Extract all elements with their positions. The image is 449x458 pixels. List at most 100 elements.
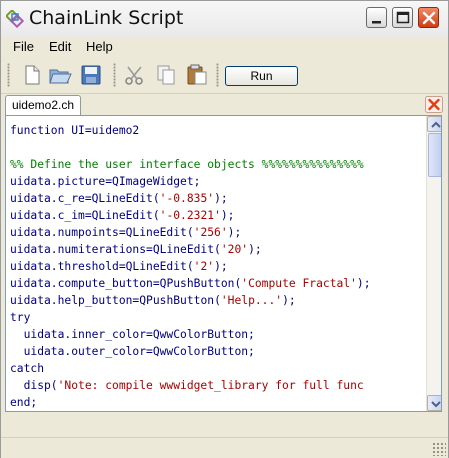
code-line[interactable]: uidata.numpoints=QLineEdit('256'); (10, 224, 424, 241)
maximize-button[interactable] (392, 7, 413, 28)
code-line[interactable]: disp('Note: compile wwwidget_library for… (10, 377, 424, 394)
toolbar-grip[interactable] (7, 63, 10, 87)
code-line[interactable]: end; (10, 394, 424, 410)
tab-strip: uidemo2.ch (1, 93, 448, 116)
code-token: uidata.picture= (10, 175, 113, 188)
save-button[interactable] (79, 63, 103, 87)
scroll-thumb[interactable] (428, 133, 441, 177)
status-bar (1, 437, 448, 458)
code-text[interactable]: function UI=uidemo2 %% Define the user in… (10, 122, 424, 410)
code-token: ; (248, 328, 255, 341)
code-line[interactable]: uidata.help_button=QPushButton('Help...'… (10, 292, 424, 309)
maximize-icon (396, 11, 410, 24)
code-token: uidata.threshold= (10, 260, 126, 273)
menu-file[interactable]: File (13, 39, 34, 54)
code-line[interactable]: uidata.threshold=QLineEdit('2'); (10, 258, 424, 275)
code-token: catch (10, 362, 45, 375)
scroll-up-button[interactable] (427, 116, 441, 132)
code-token: try (10, 311, 31, 324)
chain-link-icon (4, 8, 25, 29)
paste-clipboard-icon (187, 64, 207, 85)
code-line[interactable]: uidata.picture=QImageWidget; (10, 173, 424, 190)
code-line[interactable] (10, 139, 424, 156)
cut-button[interactable] (123, 63, 147, 87)
vertical-scrollbar[interactable] (426, 116, 441, 411)
code-token: uidata.numiterations= (10, 243, 153, 256)
minimize-button[interactable] (366, 7, 387, 28)
code-line[interactable]: function UI=uidemo2 (10, 122, 424, 139)
code-token: uidata.numpoints= (10, 226, 126, 239)
code-line[interactable]: uidata.c_im=QLineEdit('-0.2321'); (10, 207, 424, 224)
minimize-icon (372, 21, 381, 24)
menu-help[interactable]: Help (86, 39, 113, 54)
code-token: QwwColorButton (152, 328, 249, 341)
code-token: ( (186, 226, 194, 239)
paste-button[interactable] (185, 63, 209, 87)
toolbar-separator-2 (216, 63, 219, 87)
code-token: ); (214, 260, 228, 273)
code-token: '256' (193, 226, 228, 239)
code-token: ); (248, 243, 262, 256)
toolbar-separator (113, 63, 116, 87)
code-token: ); (214, 192, 228, 205)
code-token: ( (214, 243, 221, 256)
code-token: uidata.c_re= (10, 192, 92, 205)
code-line[interactable]: uidata.c_re=QLineEdit('-0.835'); (10, 190, 424, 207)
code-line[interactable]: uidata.numiterations=QLineEdit('20'); (10, 241, 424, 258)
open-folder-icon (49, 69, 72, 84)
close-tab-icon (425, 96, 443, 113)
code-line[interactable]: %% Define the user interface objects %%%… (10, 156, 424, 173)
code-token: uidata.inner_color= (10, 328, 153, 341)
code-token: ( (214, 294, 221, 307)
menu-edit[interactable]: Edit (49, 39, 71, 54)
app-window: ChainLink Script File Edit Help Run uide… (0, 0, 449, 458)
code-token: QImageWidget (112, 175, 194, 188)
code-token: QLineEdit (152, 243, 215, 256)
copy-button[interactable] (154, 63, 178, 87)
code-token: ); (227, 226, 242, 239)
code-line[interactable]: catch (10, 360, 424, 377)
code-token: QPushButton (139, 294, 215, 307)
code-token: '-0.2321' (159, 209, 221, 222)
resize-grip[interactable] (432, 442, 446, 456)
chevron-down-icon (431, 401, 441, 408)
code-line[interactable]: uidata.compute_button=QPushButton('Compu… (10, 275, 424, 292)
run-button[interactable]: Run (225, 66, 298, 86)
code-token: ( (186, 260, 194, 273)
new-file-button[interactable] (20, 63, 44, 87)
close-window-button[interactable] (418, 7, 439, 28)
code-token: uidata.outer_color= (10, 345, 153, 358)
code-token: ); (282, 294, 296, 307)
code-token: '2' (193, 260, 215, 273)
code-token: '-0.835' (159, 192, 215, 205)
tab-uidemo2[interactable]: uidemo2.ch (5, 95, 81, 116)
code-line[interactable]: try (10, 309, 424, 326)
open-button[interactable] (48, 63, 72, 87)
code-token: QwwColorButton (152, 345, 249, 358)
code-token: 'Help...' (220, 294, 283, 307)
copy-icon (157, 65, 175, 85)
scissors-icon (125, 66, 143, 85)
code-token: QLineEdit (91, 209, 153, 222)
code-token: uidata.c_im= (10, 209, 92, 222)
code-line[interactable]: uidata.outer_color=QwwColorButton; (10, 343, 424, 360)
chevron-up-icon (431, 121, 441, 128)
window-title: ChainLink Script (29, 7, 184, 29)
close-icon (422, 11, 436, 25)
code-editor[interactable]: function UI=uidemo2 %% Define the user in… (5, 115, 442, 412)
close-tab-button[interactable] (425, 96, 443, 113)
code-token: %% Define the user interface objects %%%… (10, 158, 364, 171)
new-file-icon (25, 65, 40, 85)
code-token: uidata.compute_button= (10, 277, 160, 290)
scroll-down-button[interactable] (427, 395, 441, 411)
code-token: disp( (10, 379, 58, 392)
code-line[interactable]: uidata.inner_color=QwwColorButton; (10, 326, 424, 343)
code-token: 'Note: compile wwwidget_library for full… (57, 379, 364, 392)
title-bar[interactable]: ChainLink Script (1, 1, 448, 38)
code-token: ); (356, 277, 371, 290)
code-token: ( (152, 209, 160, 222)
code-token: QLineEdit (91, 192, 153, 205)
code-token: ; (193, 175, 201, 188)
code-token: QPushButton (159, 277, 235, 290)
code-token: QLineEdit (125, 226, 187, 239)
